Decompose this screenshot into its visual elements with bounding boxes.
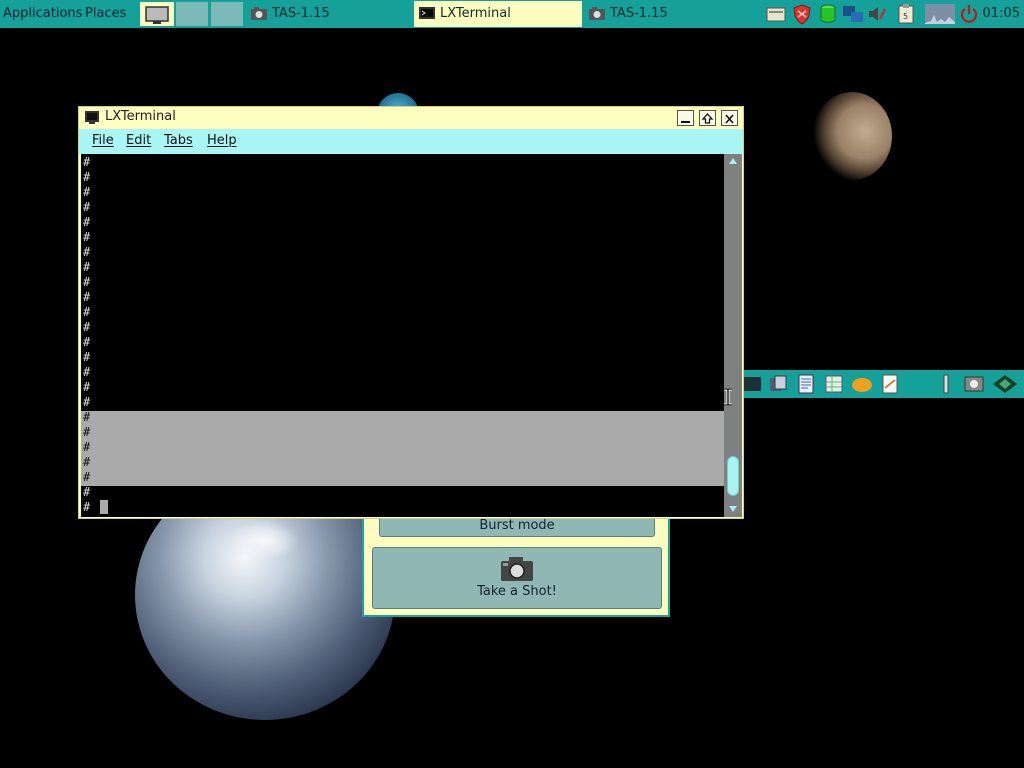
window-titlebar[interactable]: LXTerminal bbox=[79, 107, 743, 129]
camera-icon bbox=[251, 7, 267, 20]
desktop: Applications Places TAS-1.15 LXTerminal bbox=[0, 0, 1024, 768]
network-icon[interactable] bbox=[842, 3, 864, 25]
minimize-button[interactable] bbox=[677, 110, 694, 126]
text-selection bbox=[81, 411, 724, 486]
menu-tabs[interactable]: Tabs bbox=[164, 133, 193, 148]
clipboard-icon[interactable]: 5 bbox=[895, 3, 917, 25]
power-icon[interactable] bbox=[958, 3, 980, 25]
terminal-line: # bbox=[83, 290, 91, 304]
terminal-icon[interactable] bbox=[742, 374, 762, 394]
terminal-line: # bbox=[83, 320, 91, 334]
terminal-line: # bbox=[83, 335, 91, 349]
wallpaper-cloud bbox=[230, 520, 300, 560]
terminal-line: # bbox=[83, 245, 91, 259]
terminal-line: # bbox=[83, 215, 91, 229]
paint-icon[interactable] bbox=[850, 374, 874, 394]
close-button[interactable] bbox=[721, 110, 738, 126]
camera-icon bbox=[589, 7, 605, 20]
svg-text:5: 5 bbox=[903, 12, 908, 21]
screenshot-icon[interactable] bbox=[964, 374, 984, 394]
terminal-line: # bbox=[83, 170, 91, 184]
take-shot-label: Take a Shot! bbox=[477, 584, 557, 599]
terminal-line: # bbox=[83, 470, 91, 484]
wallpaper-moon bbox=[812, 92, 892, 180]
terminal-line: # bbox=[83, 395, 91, 409]
volume-icon[interactable] bbox=[866, 3, 888, 25]
terminal-line: # bbox=[83, 485, 91, 499]
maximize-button[interactable] bbox=[699, 110, 716, 126]
files-icon[interactable] bbox=[768, 374, 788, 394]
terminal-line: # bbox=[83, 410, 91, 424]
mouse-ibeam-icon bbox=[724, 388, 732, 406]
terminal-line: # bbox=[83, 425, 91, 439]
task-tas-2[interactable]: TAS-1.15 bbox=[584, 1, 749, 27]
clock[interactable]: 01:05 bbox=[983, 0, 1020, 28]
terminal-line: # bbox=[83, 185, 91, 199]
scroll-up-icon[interactable] bbox=[727, 156, 739, 166]
lxterminal-window: LXTerminal File Edit Tabs Help # # # # # # # # #… bbox=[78, 106, 744, 519]
terminal-line: # bbox=[83, 380, 91, 394]
terminal-icon bbox=[419, 7, 435, 19]
terminal-line: # bbox=[83, 260, 91, 274]
places-menu[interactable]: Places bbox=[85, 0, 126, 28]
text-cursor bbox=[100, 500, 108, 514]
scrollbar-thumb[interactable] bbox=[727, 456, 739, 496]
task-label: LXTerminal bbox=[440, 6, 511, 21]
terminal-line: # bbox=[83, 440, 91, 454]
task-tas-1[interactable]: TAS-1.15 bbox=[246, 1, 411, 27]
task-lxterminal[interactable]: LXTerminal bbox=[414, 1, 582, 27]
settings-icon[interactable] bbox=[936, 374, 956, 394]
terminal-area[interactable]: # # # # # # # # # # # # # # # # # # # # # # # # bbox=[81, 154, 724, 517]
top-panel: Applications Places TAS-1.15 LXTerminal bbox=[0, 0, 1024, 28]
dock-panel bbox=[742, 370, 1024, 398]
scrollbar[interactable] bbox=[724, 154, 742, 517]
menu-file[interactable]: File bbox=[92, 133, 114, 148]
terminal-line: # bbox=[83, 500, 91, 514]
terminal-line: # bbox=[83, 365, 91, 379]
terminal-line: # bbox=[83, 200, 91, 214]
desktop-pager-2[interactable] bbox=[211, 2, 243, 26]
show-desktop-icon bbox=[145, 6, 169, 24]
terminal-line: # bbox=[83, 305, 91, 319]
terminal-line: # bbox=[83, 275, 91, 289]
minimize-icon bbox=[681, 121, 690, 123]
text-editor-icon[interactable] bbox=[880, 374, 900, 394]
spreadsheet-icon[interactable] bbox=[824, 374, 844, 394]
app-icon[interactable] bbox=[992, 374, 1018, 394]
window-title: LXTerminal bbox=[105, 109, 176, 124]
menubar: File Edit Tabs Help bbox=[79, 129, 743, 154]
cpu-graph-icon[interactable] bbox=[925, 3, 955, 25]
terminal-line: # bbox=[83, 155, 91, 169]
close-icon bbox=[725, 114, 734, 124]
terminal-line: # bbox=[83, 455, 91, 469]
desktop-pager-1[interactable] bbox=[176, 2, 208, 26]
terminal-line: # bbox=[83, 230, 91, 244]
take-shot-button[interactable]: Take a Shot! bbox=[372, 547, 662, 609]
menu-edit[interactable]: Edit bbox=[126, 133, 151, 148]
tas-window: Burst mode Take a Shot! bbox=[362, 505, 670, 617]
terminal-line: # bbox=[83, 350, 91, 364]
task-label: TAS-1.15 bbox=[272, 6, 330, 21]
camera-icon bbox=[501, 557, 533, 581]
show-desktop-button[interactable] bbox=[140, 2, 174, 26]
document-icon[interactable] bbox=[796, 374, 816, 394]
task-label: TAS-1.15 bbox=[610, 6, 668, 21]
menu-help[interactable]: Help bbox=[207, 133, 237, 148]
file-manager-icon[interactable] bbox=[765, 3, 787, 25]
scroll-down-icon[interactable] bbox=[727, 504, 739, 514]
maximize-icon bbox=[701, 113, 714, 124]
terminal-icon bbox=[85, 111, 99, 124]
applications-menu[interactable]: Applications bbox=[3, 0, 82, 28]
database-icon[interactable] bbox=[817, 3, 839, 25]
shield-icon[interactable] bbox=[791, 3, 813, 25]
